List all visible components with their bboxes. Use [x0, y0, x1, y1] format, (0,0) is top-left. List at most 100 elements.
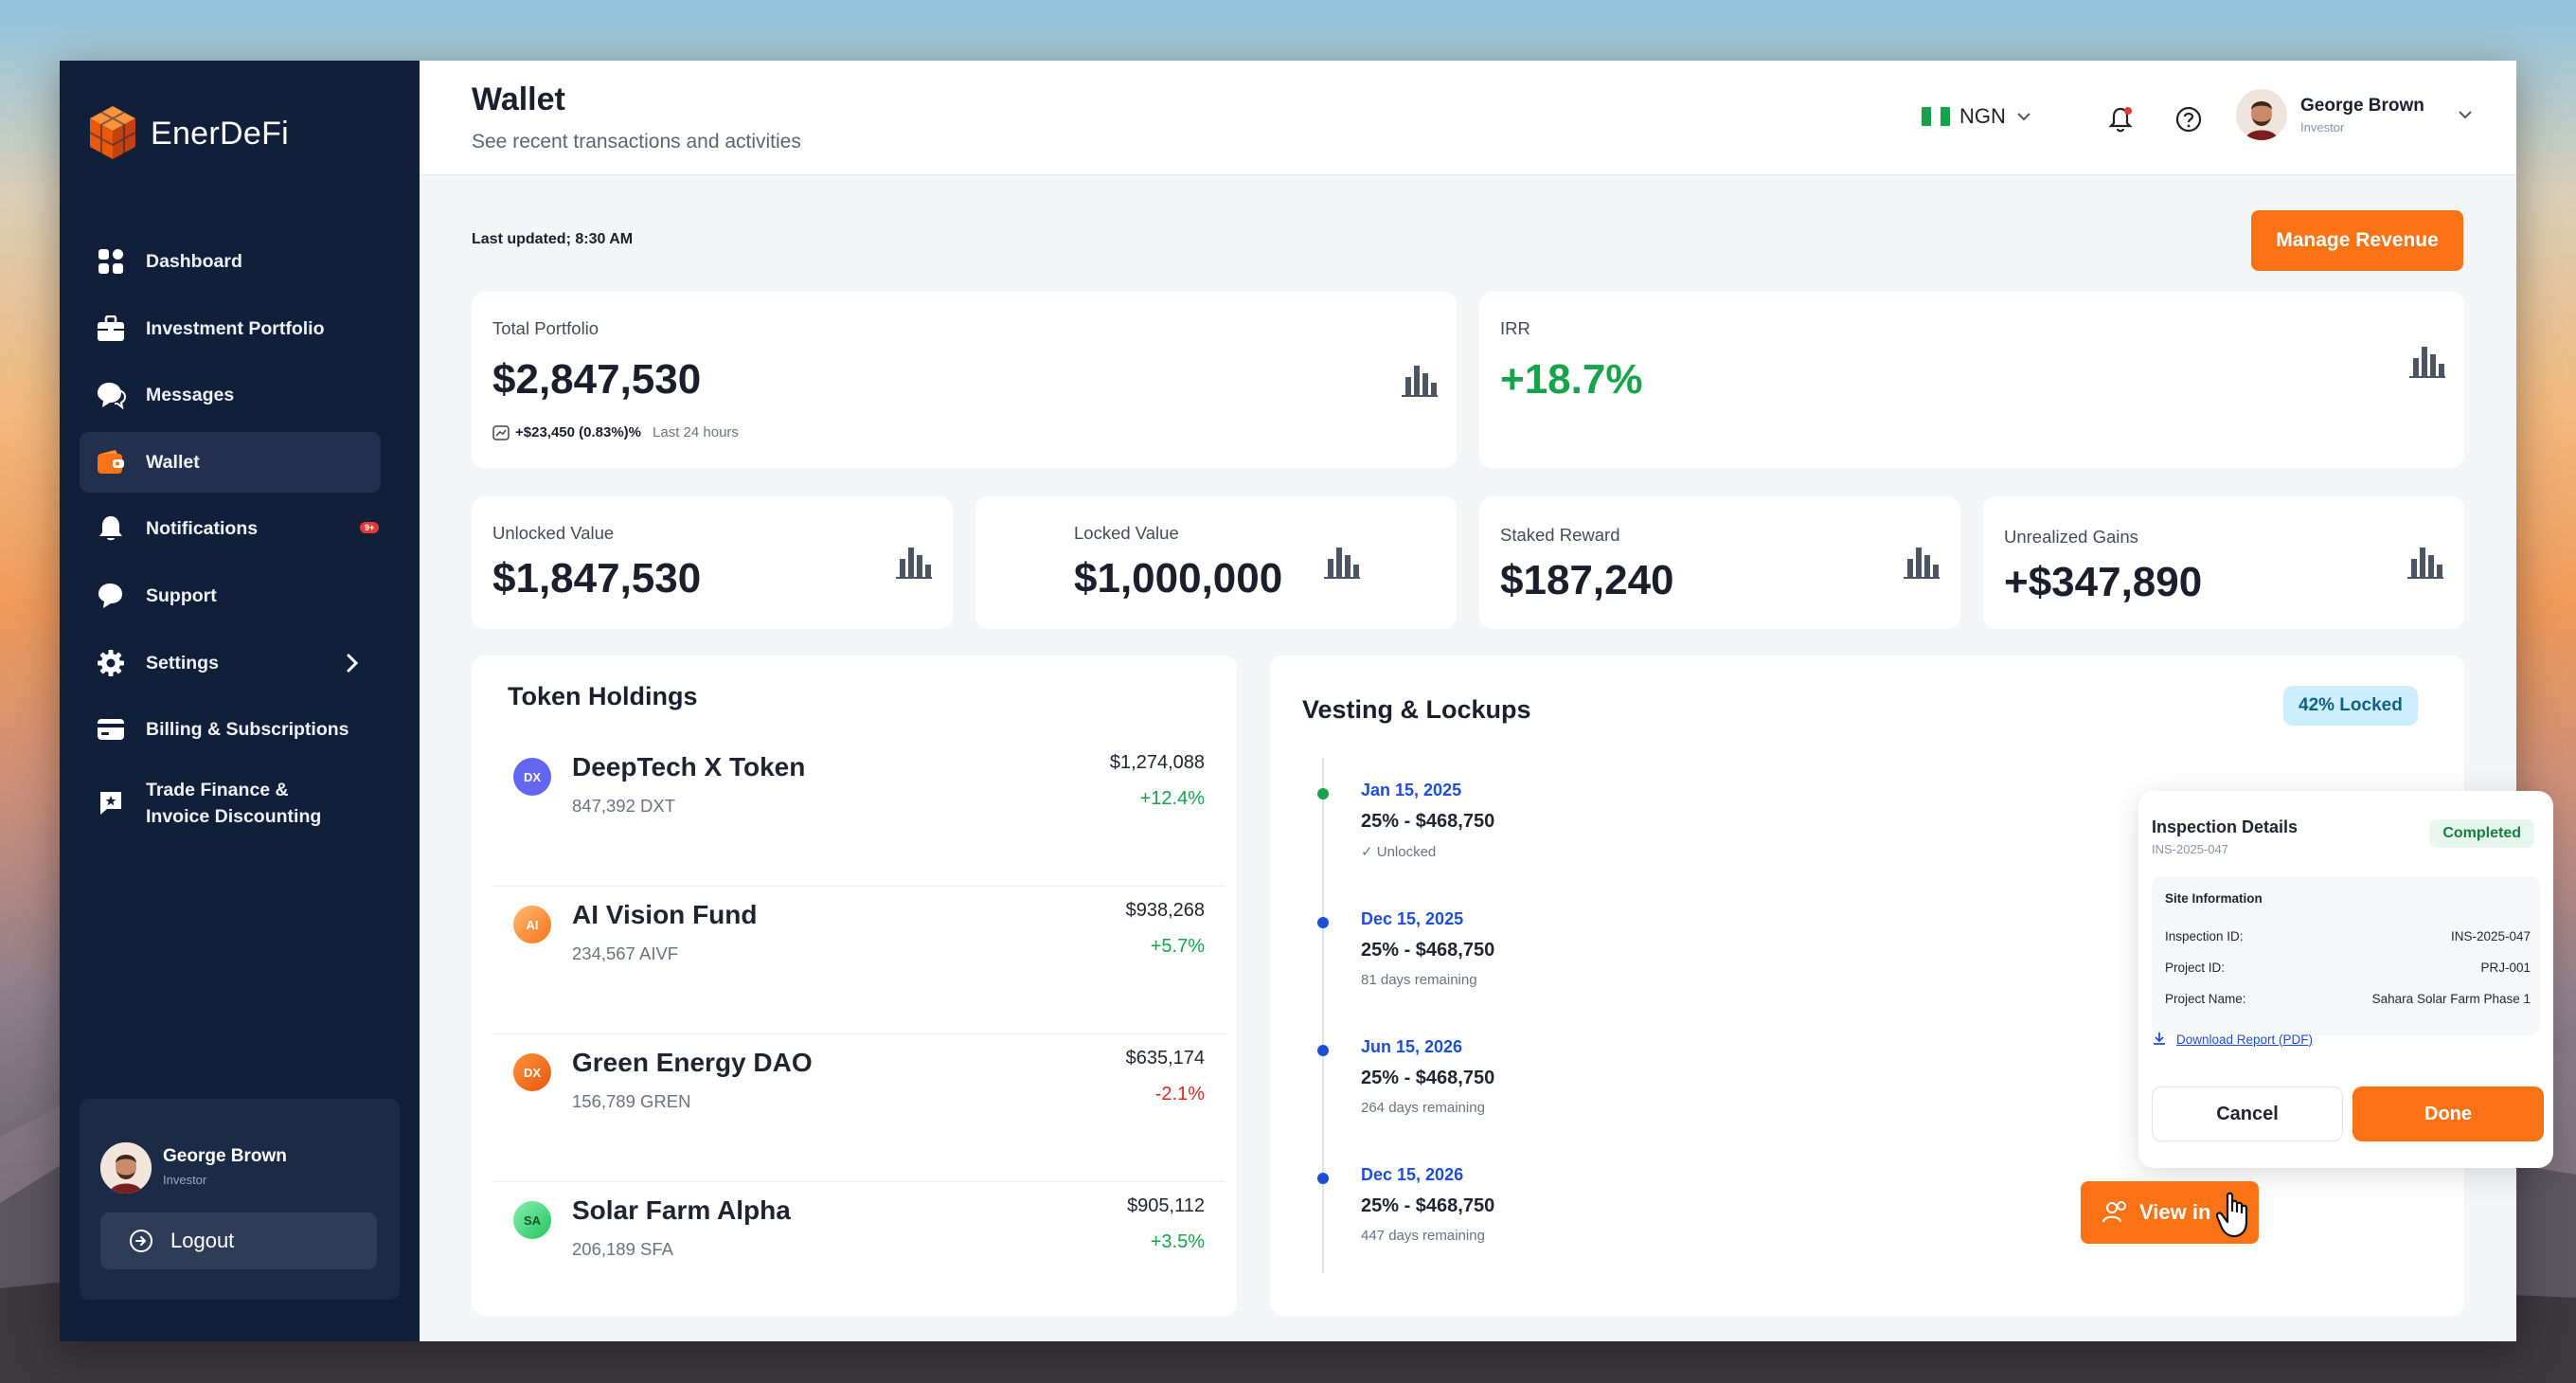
- help-button[interactable]: [2168, 99, 2209, 140]
- vesting-amount: 25% - $468,750: [1361, 1195, 1495, 1216]
- sidebar: EnerDeFi Dashboard Investment Portfolio …: [60, 61, 420, 1341]
- download-report-link[interactable]: Download Report (PDF): [2152, 1032, 2313, 1047]
- token-name: Green Energy DAO: [572, 1048, 813, 1077]
- card-value: $1,000,000: [1074, 555, 1283, 602]
- card-value: $187,240: [1500, 557, 1674, 603]
- vesting-status: 447 days remaining: [1361, 1228, 1485, 1244]
- logout-button[interactable]: Logout: [100, 1212, 377, 1269]
- token-name: DeepTech X Token: [572, 752, 806, 781]
- sidebar-item-label: Trade Finance & Invoice Discounting: [146, 779, 322, 827]
- card-label: Locked Value: [1074, 523, 1179, 543]
- help-icon: [2175, 106, 2202, 133]
- brand-name: EnerDeFi: [151, 115, 290, 152]
- user-role: Investor: [163, 1173, 207, 1187]
- vesting-date: Jan 15, 2025: [1361, 781, 1462, 799]
- card-label: Staked Reward: [1500, 525, 1620, 545]
- token-amount: 156,789 GREN: [572, 1091, 691, 1111]
- token-row[interactable]: SA Solar Farm Alpha 206,189 SFA $905,112…: [492, 1182, 1225, 1330]
- bell-icon: [95, 512, 127, 545]
- sidebar-item-label: Settings: [146, 652, 219, 674]
- info-row: Inspection ID: INS-2025-047: [2165, 929, 2531, 943]
- vesting-status: 264 days remaining: [1361, 1100, 1485, 1116]
- cube-logo-icon: [89, 106, 136, 159]
- token-value: $905,112: [1127, 1195, 1205, 1216]
- card-value: $1,847,530: [492, 555, 702, 602]
- download-icon: [2154, 1033, 2165, 1045]
- notifications-button[interactable]: [2100, 99, 2141, 140]
- sidebar-item-label: Messages: [146, 385, 235, 406]
- user-name: George Brown: [163, 1146, 287, 1166]
- logout-icon: [130, 1230, 152, 1252]
- top-bar: Wallet See recent transactions and activ…: [420, 61, 2516, 175]
- sidebar-item-settings[interactable]: Settings: [80, 633, 381, 693]
- card-value: +18.7%: [1500, 356, 1643, 403]
- notification-count-badge: 9+: [360, 522, 380, 534]
- bar-chart-icon[interactable]: [2407, 546, 2443, 580]
- locked-percent-badge: 42% Locked: [2283, 686, 2418, 726]
- vesting-amount: 25% - $468,750: [1361, 1068, 1495, 1088]
- locked-value-card: Locked Value $1,000,000: [975, 496, 1457, 629]
- popover-id: INS-2025-047: [2152, 842, 2228, 856]
- info-row: Project Name: Sahara Solar Farm Phase 1: [2165, 992, 2531, 1006]
- wallet-icon: [95, 446, 127, 478]
- unlocked-value-card: Unlocked Value $1,847,530: [472, 496, 953, 629]
- sidebar-user-card: George Brown Investor Logout: [80, 1099, 400, 1300]
- timeline-dot: [1317, 788, 1329, 799]
- currency-code: NGN: [1959, 104, 2006, 128]
- chevron-down-icon: [2459, 111, 2472, 119]
- nigeria-flag-icon: [1922, 107, 1950, 126]
- currency-selector[interactable]: NGN: [1922, 104, 2032, 129]
- token-avatar: DX: [513, 1053, 551, 1091]
- bar-chart-icon[interactable]: [1402, 364, 1438, 398]
- trend-icon: [492, 424, 510, 440]
- sidebar-item-label: Notifications: [146, 518, 259, 540]
- sidebar-item-label: Billing & Subscriptions: [146, 719, 349, 741]
- manage-revenue-button[interactable]: Manage Revenue: [2251, 210, 2463, 271]
- token-change: +12.4%: [1139, 788, 1205, 809]
- token-row[interactable]: AI AI Vision Fund 234,567 AIVF $938,268 …: [492, 887, 1225, 1034]
- card-label: IRR: [1500, 318, 1530, 338]
- sidebar-item-trade-finance[interactable]: Trade Finance & Invoice Discounting: [80, 766, 381, 840]
- bar-chart-icon[interactable]: [1324, 546, 1360, 580]
- briefcase-icon: [95, 313, 127, 345]
- logout-label: Logout: [170, 1229, 235, 1252]
- sidebar-item-investment-portfolio[interactable]: Investment Portfolio: [80, 298, 381, 359]
- bar-chart-icon[interactable]: [2409, 345, 2445, 379]
- section-title: Vesting & Lockups: [1302, 695, 1531, 724]
- sidebar-item-label: Dashboard: [146, 251, 242, 272]
- info-value: PRJ-001: [2480, 961, 2531, 975]
- card-value: $2,847,530: [492, 356, 702, 403]
- card-value: +$347,890: [2004, 559, 2203, 605]
- user-menu[interactable]: George Brown Investor: [2236, 89, 2474, 140]
- card-label: Unrealized Gains: [2004, 527, 2138, 547]
- bar-chart-icon[interactable]: [896, 546, 932, 580]
- token-row[interactable]: DX DeepTech X Token 847,392 DXT $1,274,0…: [492, 739, 1225, 887]
- portfolio-change: +$23,450 (0.83%)% Last 24 hours: [492, 424, 739, 440]
- brand-logo[interactable]: EnerDeFi: [86, 104, 289, 163]
- sidebar-item-messages[interactable]: Messages: [80, 365, 381, 425]
- sidebar-item-wallet[interactable]: Wallet: [80, 431, 381, 493]
- vesting-date: Jun 15, 2026: [1361, 1037, 1463, 1056]
- unrealized-gains-card: Unrealized Gains +$347,890: [1983, 496, 2464, 629]
- sidebar-item-support[interactable]: Support: [80, 566, 381, 626]
- user-search-icon: [2102, 1201, 2126, 1223]
- sidebar-item-billing[interactable]: Billing & Subscriptions: [80, 699, 381, 760]
- user-role: Investor: [2300, 119, 2345, 135]
- sidebar-item-dashboard[interactable]: Dashboard: [80, 231, 381, 292]
- token-avatar: AI: [513, 906, 551, 943]
- last-updated: Last updated; 8:30 AM: [472, 231, 634, 247]
- token-name: Solar Farm Alpha: [572, 1195, 791, 1225]
- download-label: Download Report (PDF): [2176, 1032, 2314, 1047]
- chevron-right-icon: [347, 654, 359, 673]
- sidebar-item-notifications[interactable]: Notifications 9+: [80, 498, 381, 559]
- done-button[interactable]: Done: [2352, 1087, 2544, 1141]
- bar-chart-icon[interactable]: [1904, 546, 1940, 580]
- grid-icon: [95, 245, 127, 278]
- token-row[interactable]: DX Green Energy DAO 156,789 GREN $635,17…: [492, 1034, 1225, 1182]
- info-label: Inspection ID:: [2165, 929, 2244, 943]
- avatar: [2236, 89, 2287, 140]
- token-avatar: SA: [513, 1201, 551, 1239]
- change-amount: +$23,450 (0.83%)%: [515, 424, 642, 440]
- cancel-button[interactable]: Cancel: [2152, 1087, 2343, 1141]
- vesting-amount: 25% - $468,750: [1361, 811, 1495, 832]
